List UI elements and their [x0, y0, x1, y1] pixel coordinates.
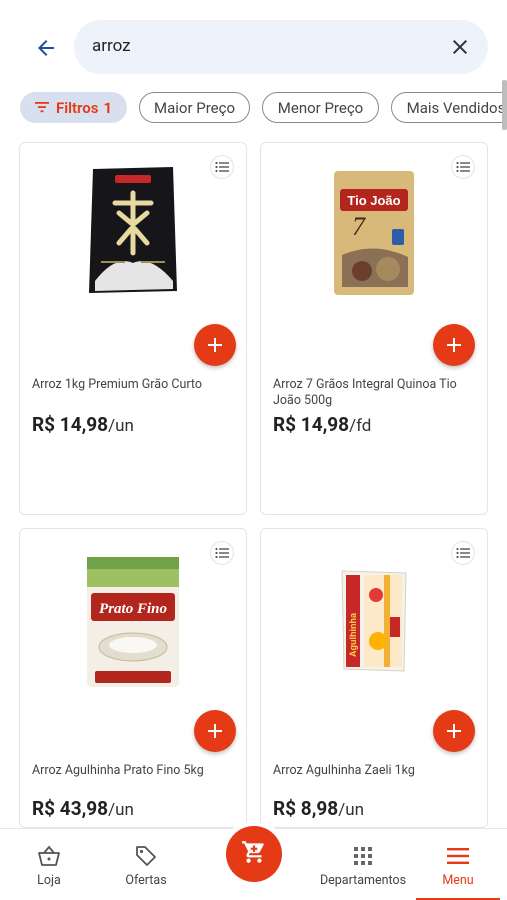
- nav-item-departamentos[interactable]: Departamentos: [314, 829, 412, 900]
- filters-label: Filtros: [55, 98, 99, 117]
- sort-chip-best-sellers[interactable]: Mais Vendidos: [391, 92, 507, 123]
- price-value: R$ 43,98: [32, 797, 109, 820]
- product-price: R$ 14,98/un: [32, 413, 134, 436]
- back-arrow-icon[interactable]: [32, 34, 60, 62]
- product-card[interactable]: Arroz 1kg Premium Grão Curto R$ 14,98/un: [19, 142, 247, 515]
- basket-icon: [37, 843, 61, 869]
- product-price: R$ 14,98/fd: [273, 413, 371, 436]
- price-unit: /un: [108, 416, 134, 436]
- cart-button[interactable]: [226, 826, 282, 882]
- product-name[interactable]: Arroz Agulhinha Zaeli 1kg: [273, 763, 473, 779]
- price-value: R$ 14,98: [32, 413, 109, 436]
- product-image-premium-rice[interactable]: [85, 163, 181, 303]
- add-to-cart-button[interactable]: [433, 324, 475, 366]
- price-value: R$ 8,98: [273, 797, 339, 820]
- nav-label-menu: Menu: [442, 872, 474, 888]
- price-unit: /un: [108, 800, 134, 820]
- product-name[interactable]: Arroz 7 Grãos Integral Quinoa Tio João 5…: [273, 377, 473, 409]
- nav-label-departamentos: Departamentos: [319, 872, 407, 888]
- product-price: R$ 43,98/un: [32, 797, 134, 820]
- list-icon[interactable]: [210, 155, 234, 179]
- zaeli-side-text: Agulhinha: [348, 612, 358, 657]
- cart-icon: [241, 839, 267, 869]
- chip-scrollbar[interactable]: [502, 80, 507, 130]
- nav-label-loja: Loja: [37, 872, 61, 888]
- tag-icon: [134, 843, 158, 869]
- tio-joao-brand: Tio João: [347, 193, 400, 208]
- product-image-tio-joao[interactable]: Tio João 7: [332, 169, 416, 301]
- product-name[interactable]: Arroz Agulhinha Prato Fino 5kg: [32, 763, 232, 779]
- sort-chip-lowest-price[interactable]: Menor Preço: [262, 92, 379, 123]
- add-to-cart-button[interactable]: [194, 324, 236, 366]
- list-icon[interactable]: [451, 541, 475, 565]
- filter-icon: [34, 99, 49, 117]
- prato-fino-brand: Prato Fino: [99, 601, 167, 617]
- list-icon[interactable]: [451, 155, 475, 179]
- filters-chip[interactable]: Filtros 1: [20, 92, 127, 123]
- search-input[interactable]: arroz: [74, 20, 488, 74]
- sort-chip-highest-price[interactable]: Maior Preço: [139, 92, 250, 123]
- nav-item-ofertas[interactable]: Ofertas: [98, 829, 194, 900]
- product-card[interactable]: Agulhinha Arroz Agulhinha Zaeli 1kg R$ 8…: [260, 528, 488, 828]
- search-query-text[interactable]: arroz: [92, 36, 131, 56]
- product-card[interactable]: Tio João 7 Arroz 7 Grãos Integral Quinoa…: [260, 142, 488, 515]
- menu-icon: [447, 843, 469, 869]
- grid-icon: [354, 843, 372, 869]
- add-to-cart-button[interactable]: [194, 710, 236, 752]
- product-image-prato-fino[interactable]: Prato Fino: [85, 555, 181, 693]
- price-unit: /un: [338, 800, 364, 820]
- product-card[interactable]: Prato Fino Arroz Agulhinha Prato Fino 5k…: [19, 528, 247, 828]
- nav-label-ofertas: Ofertas: [125, 872, 167, 888]
- add-to-cart-button[interactable]: [433, 710, 475, 752]
- search-header: arroz: [0, 0, 507, 86]
- price-value: R$ 14,98: [273, 413, 350, 436]
- list-icon[interactable]: [210, 541, 234, 565]
- product-name[interactable]: Arroz 1kg Premium Grão Curto: [32, 377, 232, 393]
- nav-item-loja[interactable]: Loja: [0, 829, 98, 900]
- nav-item-menu[interactable]: Menu: [416, 829, 500, 900]
- product-price: R$ 8,98/un: [273, 797, 364, 820]
- price-unit: /fd: [349, 416, 372, 436]
- app-screen: arroz Filtros 1 Maior Preço Menor Preço …: [0, 0, 507, 900]
- svg-text:7: 7: [352, 212, 366, 241]
- close-icon[interactable]: [448, 35, 472, 59]
- product-image-zaeli[interactable]: Agulhinha: [338, 567, 410, 679]
- filters-count: 1: [103, 98, 113, 117]
- filter-chip-bar: Filtros 1 Maior Preço Menor Preço Mais V…: [20, 92, 507, 124]
